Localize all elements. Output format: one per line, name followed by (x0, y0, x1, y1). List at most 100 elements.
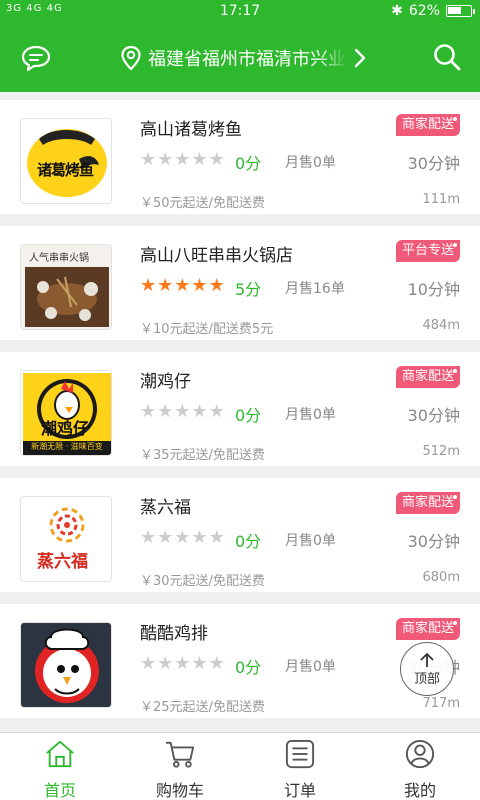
tab-profile[interactable]: 我的 (360, 733, 480, 800)
delivery-time: 10分钟 (407, 280, 460, 299)
location-pin-icon (121, 45, 141, 71)
delivery-fee: ￥25元起送/免配送费 (140, 700, 265, 715)
restaurant-logo: 蒸六福 (20, 496, 112, 582)
distance: 512m (422, 444, 460, 459)
star-icon: ★ (208, 401, 225, 422)
star-icon: ★ (140, 527, 157, 548)
star-icon: ★ (174, 401, 191, 422)
rating-stars: ★ ★ ★ ★ ★ (140, 528, 225, 548)
arrow-up-icon (420, 652, 434, 667)
star-icon: ★ (157, 401, 174, 422)
status-right: ✱ 62% (391, 3, 475, 19)
logo-text: 人气串串火锅 (29, 253, 89, 264)
delivery-fee: ￥35元起送/免配送费 (140, 448, 265, 463)
logo-subtext: 新潮无限 · 滋味百变 (31, 442, 103, 451)
restaurant-list[interactable]: 诸葛烤鱼 高山诸葛烤鱼 商家配送 ★ ★ ★ ★ ★ 0分 月售0单 30分钟 ￥50元… (0, 92, 480, 732)
restaurant-name: 酷酷鸡排 (140, 624, 208, 644)
delivery-time: 30分钟 (407, 406, 460, 425)
battery-icon (446, 5, 475, 17)
rating-score: 0分 (235, 532, 262, 551)
star-icon: ★ (191, 527, 208, 548)
delivery-fee: ￥30元起送/免配送费 (140, 574, 265, 589)
battery-percent: 62% (408, 3, 440, 19)
star-icon: ★ (174, 653, 191, 674)
star-icon: ★ (157, 527, 174, 548)
tab-cart[interactable]: 购物车 (120, 733, 240, 800)
star-icon: ★ (174, 275, 191, 296)
star-icon: ★ (208, 149, 225, 170)
tab-label: 我的 (403, 781, 436, 800)
distance: 111m (422, 192, 460, 207)
star-icon: ★ (157, 149, 174, 170)
star-icon: ★ (208, 275, 225, 296)
restaurant-name: 高山诸葛烤鱼 (140, 120, 242, 140)
star-icon: ★ (140, 653, 157, 674)
star-icon: ★ (191, 149, 208, 170)
delivery-badge: 平台专送 (395, 240, 460, 262)
back-to-top-label: 顶部 (413, 671, 440, 687)
restaurant-name: 蒸六福 (140, 498, 191, 518)
star-icon: ★ (157, 653, 174, 674)
monthly-sales: 月售0单 (285, 407, 336, 423)
rating-score: 0分 (235, 154, 262, 173)
star-icon: ★ (140, 149, 157, 170)
bottom-tab-bar: 首页 购物车 订单 我的 (0, 732, 480, 800)
restaurant-logo: 潮鸡仔 新潮无限 · 滋味百变 (20, 370, 112, 456)
distance: 484m (422, 318, 460, 333)
tab-label: 首页 (43, 781, 76, 800)
status-bar: 3G 4G 4G 17:17 ✱ 62% (0, 0, 480, 24)
restaurant-name: 潮鸡仔 (140, 372, 191, 392)
rating-stars: ★ ★ ★ ★ ★ (140, 276, 225, 296)
star-icon: ★ (157, 275, 174, 296)
search-button[interactable] (432, 42, 462, 72)
delivery-badge: 商家配送 (395, 492, 460, 514)
restaurant-card[interactable]: 诸葛烤鱼 高山诸葛烤鱼 商家配送 ★ ★ ★ ★ ★ 0分 月售0单 30分钟 ￥50元… (0, 100, 480, 214)
star-icon: ★ (208, 653, 225, 674)
star-icon: ★ (174, 149, 191, 170)
distance: 680m (422, 570, 460, 585)
star-icon: ★ (191, 401, 208, 422)
tab-label: 购物车 (155, 781, 204, 800)
delivery-badge: 商家配送 (395, 618, 460, 640)
monthly-sales: 月售0单 (285, 659, 336, 675)
back-to-top-button[interactable]: 顶部 (400, 642, 454, 696)
restaurant-name: 高山八旺串串火锅店 (140, 246, 293, 266)
chevron-right-icon (354, 48, 366, 68)
delivery-fee: ￥50元起送/免配送费 (140, 196, 265, 211)
star-icon: ★ (174, 527, 191, 548)
profile-icon (405, 739, 435, 769)
restaurant-card[interactable]: 蒸六福 蒸六福 商家配送 ★ ★ ★ ★ ★ 0分 月售0单 30分钟 ￥30元起送/免… (0, 478, 480, 592)
battery-level (448, 7, 462, 14)
bluetooth-icon: ✱ (391, 3, 403, 19)
rating-stars: ★ ★ ★ ★ ★ (140, 402, 225, 422)
tab-home[interactable]: 首页 (0, 733, 120, 800)
rating-score: 5分 (235, 280, 262, 299)
location-selector[interactable]: 福建省福州市福清市兴业 (120, 44, 370, 72)
delivery-badge: 商家配送 (395, 114, 460, 136)
home-icon (46, 740, 74, 768)
restaurant-logo (20, 622, 112, 708)
chat-icon (21, 45, 51, 72)
message-button[interactable] (20, 44, 52, 72)
restaurant-card[interactable]: 潮鸡仔 新潮无限 · 滋味百变 潮鸡仔 商家配送 ★ ★ ★ ★ ★ 0分 月售0单 3… (0, 352, 480, 466)
monthly-sales: 月售0单 (285, 155, 336, 171)
delivery-badge: 商家配送 (395, 366, 460, 388)
tab-label: 订单 (283, 781, 316, 800)
monthly-sales: 月售16单 (285, 281, 345, 297)
star-icon: ★ (140, 401, 157, 422)
restaurant-logo: 诸葛烤鱼 (20, 118, 112, 204)
delivery-time: 30分钟 (407, 154, 460, 173)
rating-stars: ★ ★ ★ ★ ★ (140, 654, 225, 674)
rating-score: 0分 (235, 658, 262, 677)
app-header: 福建省福州市福清市兴业 (0, 24, 480, 92)
logo-text: 潮鸡仔 (41, 419, 90, 438)
logo-text: 诸葛烤鱼 (37, 161, 94, 179)
cart-icon (165, 741, 195, 768)
restaurant-logo: 人气串串火锅 (20, 244, 112, 330)
monthly-sales: 月售0单 (285, 533, 336, 549)
location-text: 福建省福州市福清市兴业 (148, 49, 346, 70)
tab-orders[interactable]: 订单 (240, 733, 360, 800)
restaurant-card[interactable]: 人气串串火锅 高山八旺串串火锅店 平台专送 ★ ★ ★ ★ ★ 5分 月售16单 10分… (0, 226, 480, 340)
star-icon: ★ (191, 653, 208, 674)
distance: 717m (422, 696, 460, 711)
